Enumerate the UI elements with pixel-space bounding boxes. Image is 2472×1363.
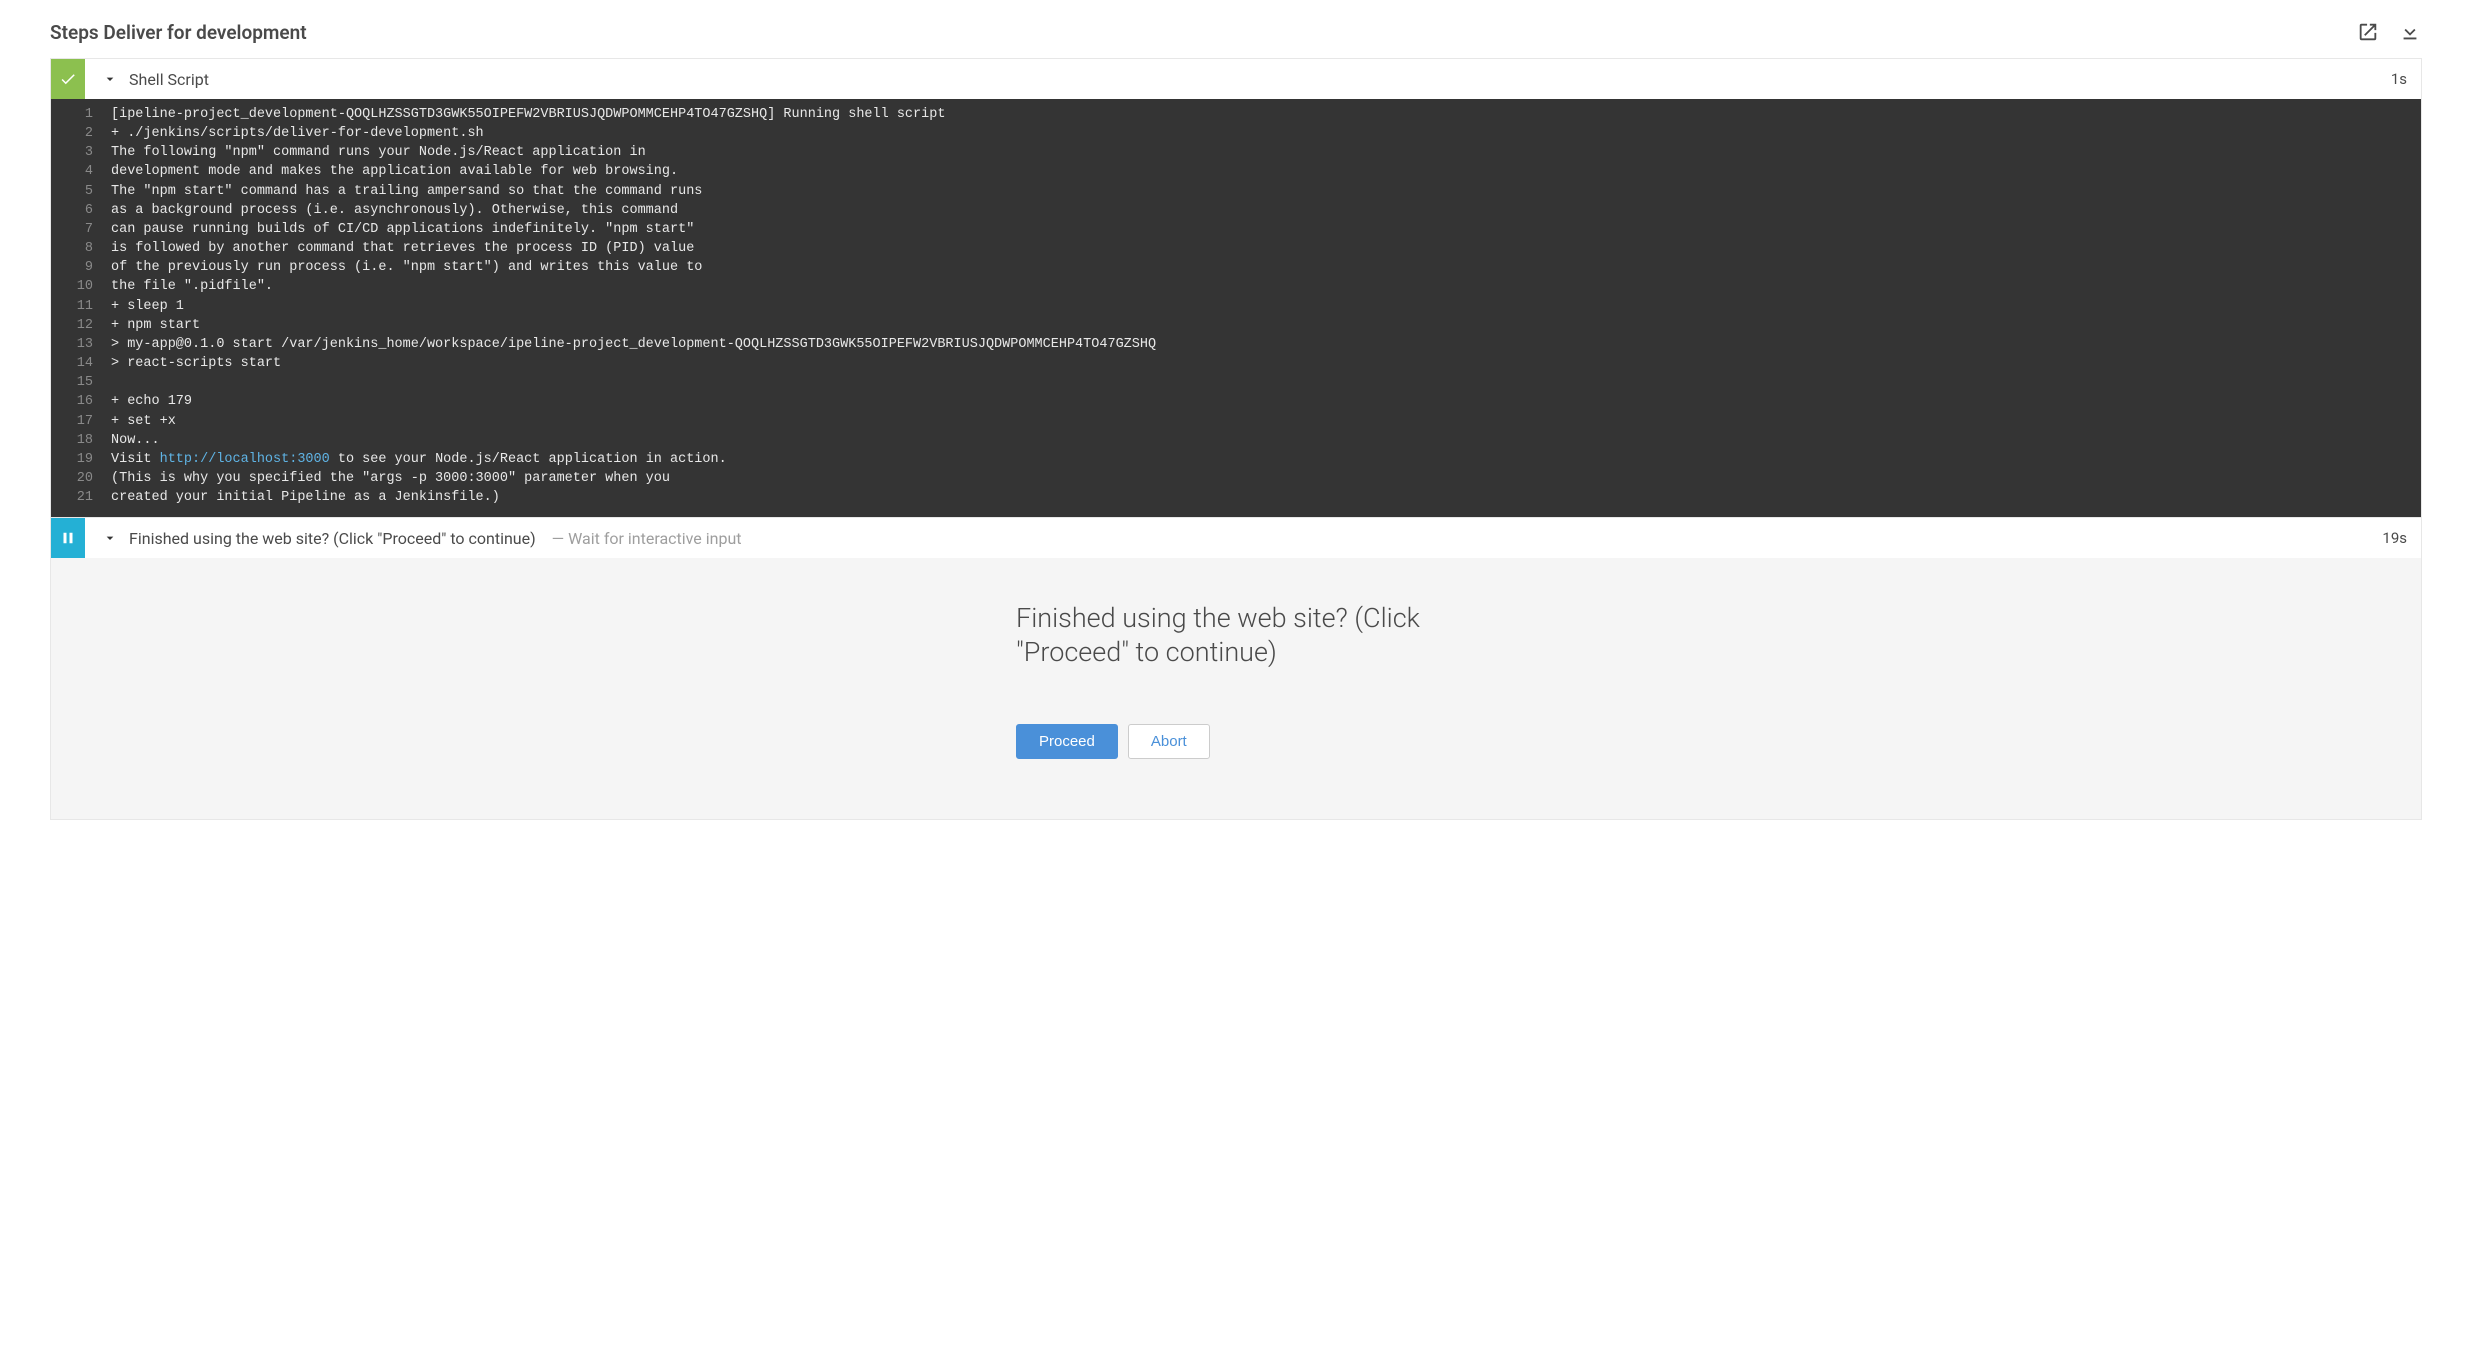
log-text: > my-app@0.1.0 start /var/jenkins_home/w… [111, 335, 1172, 354]
step-title: Shell Script [125, 70, 209, 89]
step-wait-input: Finished using the web site? (Click "Pro… [50, 518, 2422, 820]
line-number: 16 [51, 392, 111, 411]
line-number: 19 [51, 450, 111, 469]
line-number: 13 [51, 335, 111, 354]
chevron-down-icon[interactable] [95, 530, 125, 546]
log-text [111, 373, 127, 392]
log-line: 13> my-app@0.1.0 start /var/jenkins_home… [51, 335, 2421, 354]
log-line: 16+ echo 179 [51, 392, 2421, 411]
chevron-down-icon[interactable] [95, 71, 125, 87]
step-duration: 19s [2382, 529, 2421, 547]
steps-title-prefix: Steps [50, 21, 99, 44]
log-text: is followed by another command that retr… [111, 239, 710, 258]
line-number: 4 [51, 162, 111, 181]
console-log[interactable]: 1[ipeline-project_development-QOQLHZSSGT… [51, 99, 2421, 517]
log-text: + echo 179 [111, 392, 208, 411]
log-text: Visit http://localhost:3000 to see your … [111, 450, 743, 469]
log-line: 9of the previously run process (i.e. "np… [51, 258, 2421, 277]
status-success-icon [51, 59, 85, 99]
log-line: 4development mode and makes the applicat… [51, 162, 2421, 181]
line-number: 9 [51, 258, 111, 277]
log-line: 21created your initial Pipeline as a Jen… [51, 488, 2421, 507]
prompt-message: Finished using the web site? (Click "Pro… [1016, 602, 1456, 670]
log-text: + ./jenkins/scripts/deliver-for-developm… [111, 124, 500, 143]
download-icon[interactable] [2398, 20, 2422, 44]
log-text: + set +x [111, 412, 192, 431]
step-subtitle: — Wait for interactive input [536, 529, 742, 548]
line-number: 5 [51, 182, 111, 201]
abort-button[interactable]: Abort [1128, 724, 1210, 759]
line-number: 11 [51, 297, 111, 316]
line-number: 21 [51, 488, 111, 507]
line-number: 8 [51, 239, 111, 258]
steps-title: Steps Deliver for development [50, 21, 307, 44]
step-shell-script: Shell Script 1s 1[ipeline-project_develo… [50, 59, 2422, 518]
log-line: 19Visit http://localhost:3000 to see you… [51, 450, 2421, 469]
log-line: 15 [51, 373, 2421, 392]
status-paused-icon [51, 518, 85, 558]
line-number: 1 [51, 105, 111, 124]
log-line: 7can pause running builds of CI/CD appli… [51, 220, 2421, 239]
log-line: 14> react-scripts start [51, 354, 2421, 373]
log-text: + npm start [111, 316, 216, 335]
log-text: as a background process (i.e. asynchrono… [111, 201, 694, 220]
log-line: 18Now... [51, 431, 2421, 450]
line-number: 15 [51, 373, 111, 392]
line-number: 3 [51, 143, 111, 162]
log-text: created your initial Pipeline as a Jenki… [111, 488, 516, 507]
log-text: > react-scripts start [111, 354, 297, 373]
line-number: 6 [51, 201, 111, 220]
log-text: (This is why you specified the "args -p … [111, 469, 686, 488]
step-header[interactable]: Shell Script 1s [51, 59, 2421, 99]
input-prompt: Finished using the web site? (Click "Pro… [51, 558, 2421, 819]
log-text: the file ".pidfile". [111, 277, 289, 296]
step-header[interactable]: Finished using the web site? (Click "Pro… [51, 518, 2421, 558]
log-line: 12+ npm start [51, 316, 2421, 335]
line-number: 20 [51, 469, 111, 488]
log-line: 11+ sleep 1 [51, 297, 2421, 316]
log-line: 5The "npm start" command has a trailing … [51, 182, 2421, 201]
log-text: The "npm start" command has a trailing a… [111, 182, 718, 201]
line-number: 14 [51, 354, 111, 373]
line-number: 18 [51, 431, 111, 450]
line-number: 2 [51, 124, 111, 143]
log-text: Now... [111, 431, 176, 450]
log-line: 3The following "npm" command runs your N… [51, 143, 2421, 162]
log-line: 6as a background process (i.e. asynchron… [51, 201, 2421, 220]
log-line: 2+ ./jenkins/scripts/deliver-for-develop… [51, 124, 2421, 143]
line-number: 10 [51, 277, 111, 296]
log-line: 1[ipeline-project_development-QOQLHZSSGT… [51, 105, 2421, 124]
step-title: Finished using the web site? (Click "Pro… [125, 529, 536, 548]
log-text: + sleep 1 [111, 297, 200, 316]
open-external-icon[interactable] [2356, 20, 2380, 44]
line-number: 17 [51, 412, 111, 431]
log-text: of the previously run process (i.e. "npm… [111, 258, 718, 277]
proceed-button[interactable]: Proceed [1016, 724, 1118, 759]
log-text: development mode and makes the applicati… [111, 162, 694, 181]
log-line: 10the file ".pidfile". [51, 277, 2421, 296]
steps-title-stage: Deliver for development [103, 21, 306, 44]
line-number: 12 [51, 316, 111, 335]
line-number: 7 [51, 220, 111, 239]
log-line: 8is followed by another command that ret… [51, 239, 2421, 258]
log-text: can pause running builds of CI/CD applic… [111, 220, 710, 239]
log-text: The following "npm" command runs your No… [111, 143, 662, 162]
log-text: [ipeline-project_development-QOQLHZSSGTD… [111, 105, 961, 124]
log-line: 17+ set +x [51, 412, 2421, 431]
step-duration: 1s [2391, 70, 2421, 88]
log-line: 20(This is why you specified the "args -… [51, 469, 2421, 488]
log-link[interactable]: http://localhost:3000 [160, 452, 330, 467]
steps-header: Steps Deliver for development [50, 20, 2422, 59]
